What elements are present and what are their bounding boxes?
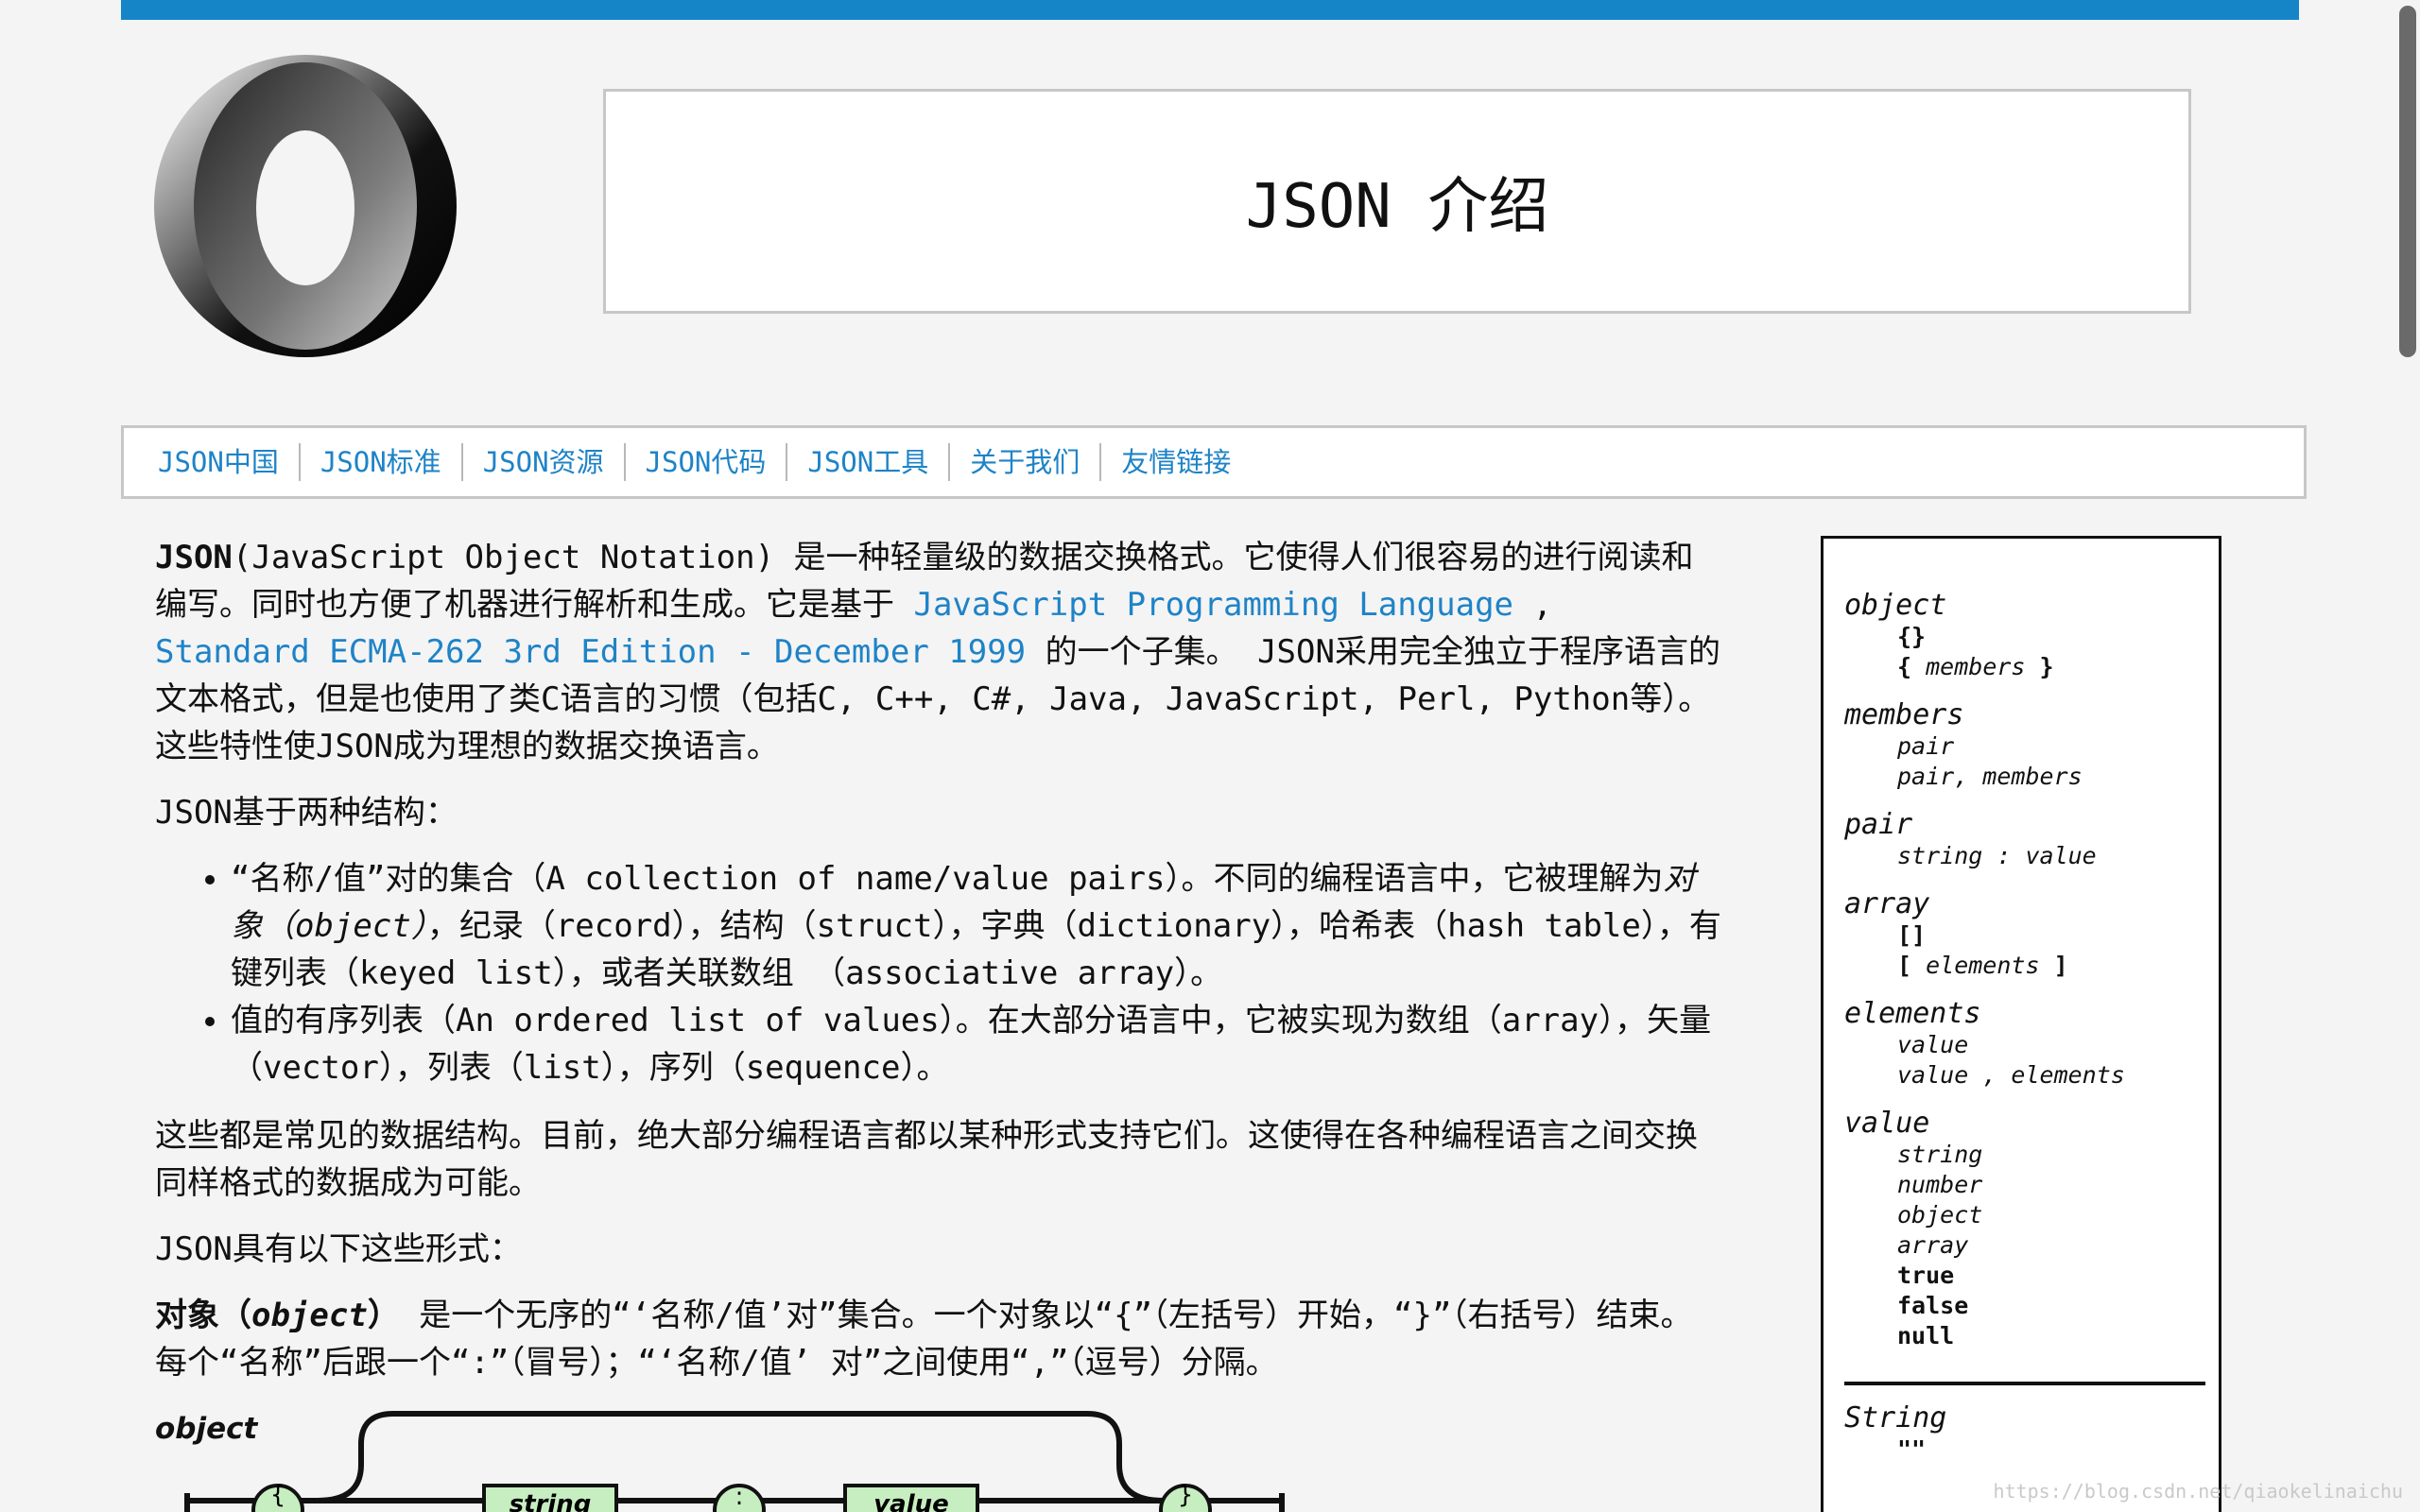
top-nav: JSON中国 JSON标准 JSON资源 JSON代码 JSON工具 关于我们 … [121,425,2307,499]
grammar-string: String [1844,1401,1947,1435]
grammar-members-1: pair [1897,732,1955,760]
diagram-label: object [155,1412,259,1446]
main-content: JSON(JavaScript Object Notation) 是一种轻量级的… [155,534,1724,1405]
grammar-value-null: null [1897,1322,1955,1349]
list-item-name-value: “名称/值”对的集合（A collection of name/value pa… [231,855,1724,997]
grammar-elements-2: value , elements [1897,1061,2125,1089]
nav-item-json-tools[interactable]: JSON工具 [787,443,951,481]
grammar-divider [1844,1382,2205,1385]
svg-text::: : [735,1483,744,1511]
watermark: https://blog.csdn.net/qiaokelinaichu [1993,1480,2403,1503]
title-box: JSON 介绍 [603,89,2191,314]
nav-item-json-china[interactable]: JSON中国 [147,443,301,481]
object-syntax-diagram: object { string : value } [155,1411,1285,1512]
forms-lead: JSON具有以下这些形式： [155,1230,522,1268]
nav-item-about-us[interactable]: 关于我们 [950,443,1102,481]
grammar-value-false: false [1897,1292,1969,1319]
item1-text-b: ，纪录（record），结构（struct），字典（dictionary），哈希… [231,907,1721,992]
svg-text:{: { [270,1481,286,1509]
grammar-value-true: true [1897,1262,1955,1289]
grammar-sidebar: object {} { members } members pair pair,… [1821,536,2221,1512]
grammar-pair-1: string : value [1897,842,2097,869]
list-item-ordered-list: 值的有序列表（An ordered list of values）。在大部分语言… [231,997,1724,1091]
scrollbar-thumb[interactable] [2399,6,2416,357]
ecma-standard-link[interactable]: Standard ECMA-262 3rd Edition - December… [155,633,1026,671]
intro-text-2: , [1513,586,1552,624]
json-term: JSON [155,539,233,576]
item1-text-a: “名称/值”对的集合（A collection of name/value pa… [231,860,1664,898]
top-accent-bar [121,0,2299,20]
nav-item-json-code[interactable]: JSON代码 [626,443,788,481]
grammar-elements: elements [1844,997,1981,1030]
grammar-value-number: number [1897,1171,1983,1198]
object-term: 对象（object） [155,1297,400,1334]
grammar-array-elements: [ elements ] [1897,952,2068,979]
grammar-array: array [1844,887,1930,920]
grammar-members-2: pair, members [1897,763,2083,790]
js-language-link[interactable]: JavaScript Programming Language [913,586,1513,624]
structures-list: “名称/值”对的集合（A collection of name/value pa… [155,855,1724,1091]
scrollbar[interactable] [2394,0,2420,1512]
grammar-object-members: { members } [1897,653,2054,680]
page: JSON 介绍 JSON中国 JSON标准 JSON资源 JSON代码 JSON… [0,0,2420,1512]
common-paragraph: 这些都是常见的数据结构。目前，绝大部分编程语言都以某种形式支持它们。这使得在各种… [155,1117,1698,1202]
grammar-value: value [1844,1107,1930,1140]
nav-item-json-standard[interactable]: JSON标准 [301,443,463,481]
grammar-value-object: object [1897,1201,1983,1228]
grammar-value-array: array [1897,1231,1969,1259]
grammar-object: object [1844,589,1947,622]
page-title: JSON 介绍 [1245,172,1549,242]
grammar-string-empty: "" [1897,1435,1927,1463]
grammar-elements-1: value [1897,1031,1969,1058]
nav-item-friend-links[interactable]: 友情链接 [1101,443,1251,481]
intro-paragraph: JSON(JavaScript Object Notation) 是一种轻量级的… [155,534,1724,770]
grammar-members: members [1844,698,1964,731]
grammar-array-empty: [] [1897,921,1927,949]
svg-text:value: value [873,1490,949,1512]
svg-text:}: } [1178,1481,1194,1509]
grammar-pair: pair [1844,808,1913,841]
grammar-object-empty: {} [1897,623,1927,650]
nav-item-json-resources[interactable]: JSON资源 [463,443,626,481]
structures-lead: JSON基于两种结构： [155,794,458,832]
object-definition: 对象（object） 是一个无序的“‘名称/值’对”集合。一个对象以“{”（左括… [155,1292,1724,1386]
grammar-value-string: string [1897,1141,1983,1168]
svg-text:string: string [510,1490,592,1512]
json-logo-icon[interactable] [151,52,459,360]
